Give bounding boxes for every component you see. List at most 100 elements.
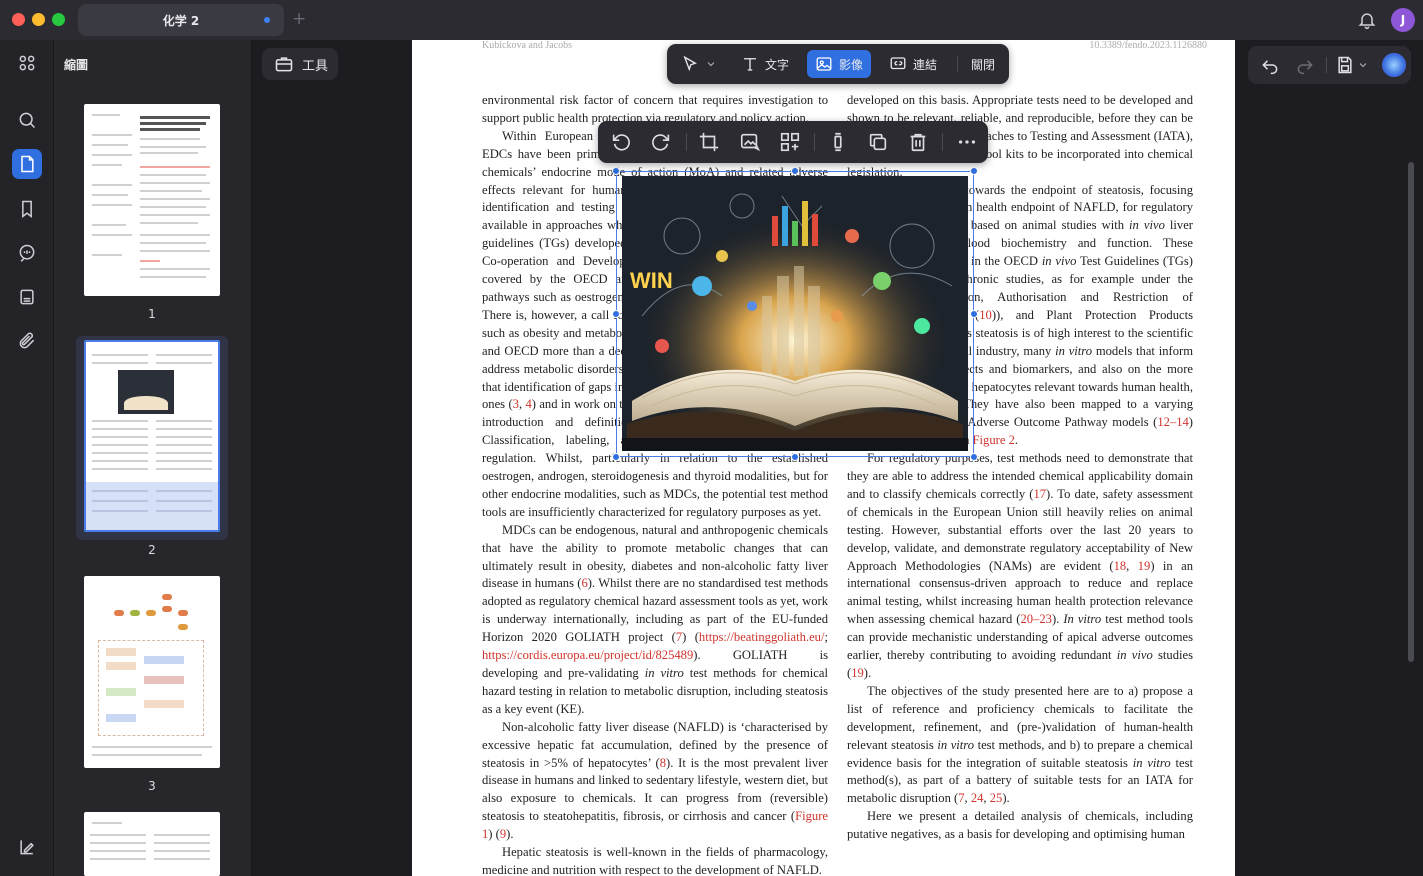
- image-icon: [816, 57, 832, 71]
- redo-icon[interactable]: [1295, 55, 1315, 75]
- ai-assistant-icon[interactable]: [1382, 53, 1406, 77]
- comment-icon: [19, 244, 35, 262]
- resize-handle-top-right[interactable]: [970, 167, 978, 175]
- extract-image-button[interactable]: [779, 131, 801, 153]
- chevron-down-icon[interactable]: [1357, 55, 1369, 75]
- more-icon: [958, 140, 976, 144]
- text-tool-button[interactable]: 文字: [733, 50, 797, 78]
- resize-handle-right[interactable]: [970, 310, 978, 318]
- paragraph: For regulatory purposes, test methods ne…: [847, 451, 1194, 680]
- document-tab[interactable]: 化学 2: [78, 4, 284, 36]
- title-bar: 化学 2 + J: [0, 0, 1423, 40]
- text-tool-label: 文字: [765, 57, 790, 72]
- thumbnail-panel: 縮圖 1 2 3: [54, 40, 300, 876]
- resize-handle-bottom-right[interactable]: [970, 453, 978, 461]
- thumbnails-button[interactable]: [12, 149, 42, 179]
- image-context-toolbar: [598, 121, 988, 163]
- paragraph: Here we present a detailed analysis of c…: [847, 809, 1193, 842]
- left-rail: [0, 40, 54, 876]
- rotate-right-button[interactable]: [650, 131, 672, 153]
- bookmark-icon: [22, 200, 32, 219]
- paragraph: MDCs can be endogenous, natural and anth…: [482, 522, 828, 716]
- extract-icon: [780, 132, 800, 152]
- select-tool-button[interactable]: [673, 50, 725, 78]
- save-icon[interactable]: [1335, 55, 1355, 75]
- layers-icon: [20, 840, 34, 855]
- minimize-window-button[interactable]: [32, 13, 45, 26]
- paragraph: The objectives of the study presented he…: [847, 683, 1194, 806]
- trash-icon: [910, 133, 926, 152]
- rotate-left-icon: [612, 134, 630, 151]
- chevron-down-icon: [707, 62, 715, 67]
- paragraph: Non-alcoholic fatty liver disease (NAFLD…: [482, 719, 828, 842]
- rotate-left-button[interactable]: [610, 131, 632, 153]
- cursor-icon: [683, 55, 697, 72]
- replace-image-icon: [740, 133, 761, 152]
- copy-icon: [869, 133, 887, 151]
- image-tool-label: 影像: [839, 57, 864, 72]
- align-button[interactable]: [827, 131, 849, 153]
- bookmarks-button[interactable]: [12, 194, 42, 224]
- crop-button[interactable]: [698, 131, 720, 153]
- thumbnail-page-4[interactable]: [84, 812, 220, 876]
- document-page[interactable]: Kubickova and Jacobs 10.3389/fendo.2023.…: [412, 40, 1235, 876]
- storage-button[interactable]: [12, 282, 42, 312]
- thumbnail-page-1[interactable]: [84, 104, 220, 296]
- resize-handle-left[interactable]: [612, 310, 620, 318]
- undo-icon[interactable]: [1260, 55, 1280, 75]
- running-header-right: 10.3389/fendo.2023.1126880: [1089, 40, 1207, 51]
- canvas-gutter-left: 工具: [252, 40, 412, 876]
- search-icon: [19, 112, 36, 129]
- align-icon: [834, 132, 842, 152]
- search-button[interactable]: [12, 105, 42, 135]
- crop-icon: [699, 132, 719, 152]
- link-tool-label: 連結: [913, 57, 938, 72]
- resize-handle-bottom[interactable]: [791, 453, 799, 461]
- paperclip-icon: [19, 332, 35, 349]
- unsaved-indicator: [264, 17, 270, 23]
- image-selection-box[interactable]: [612, 167, 978, 461]
- disk-icon: [20, 289, 34, 305]
- edit-mode-toolbar: 文字 影像 連結 關閉: [667, 44, 1009, 84]
- running-header-left: Kubickova and Jacobs: [482, 40, 572, 51]
- grid-view-button[interactable]: [12, 48, 42, 78]
- thumbnail-page-2[interactable]: [84, 340, 220, 532]
- attachments-button[interactable]: [12, 326, 42, 356]
- thumbnail-number-2: 2: [148, 543, 156, 557]
- link-icon: [890, 57, 906, 70]
- link-tool-button[interactable]: 連結: [881, 50, 945, 78]
- canvas-gutter-right: [1235, 40, 1423, 876]
- duplicate-button[interactable]: [867, 131, 889, 153]
- tools-button[interactable]: 工具: [262, 48, 338, 80]
- document-scrollbar[interactable]: [1408, 162, 1414, 662]
- more-options-button[interactable]: [956, 131, 978, 153]
- toolbox-icon: [275, 57, 293, 72]
- close-edit-label: 關閉: [971, 57, 996, 72]
- page-icon: [21, 155, 34, 173]
- paragraph: Hepatic steatosis is well-known in the f…: [482, 845, 828, 876]
- resize-handle-top-left[interactable]: [612, 167, 620, 175]
- text-icon: [744, 58, 756, 71]
- resize-handle-bottom-left[interactable]: [612, 453, 620, 461]
- replace-image-button[interactable]: [739, 131, 761, 153]
- layers-button[interactable]: [12, 832, 42, 862]
- zoom-window-button[interactable]: [52, 13, 65, 26]
- rotate-right-icon: [652, 134, 670, 151]
- notification-bell-icon[interactable]: [1357, 10, 1377, 30]
- grid-icon: [19, 55, 35, 71]
- panel-title: 縮圖: [64, 58, 89, 72]
- thumbnail-page-3[interactable]: [84, 576, 220, 768]
- user-avatar[interactable]: J: [1391, 8, 1415, 32]
- delete-button[interactable]: [907, 131, 929, 153]
- tab-title: 化学 2: [162, 14, 200, 28]
- tools-label: 工具: [302, 58, 329, 74]
- close-window-button[interactable]: [12, 13, 25, 26]
- image-tool-button[interactable]: 影像: [807, 50, 872, 78]
- thumbnail-number-1: 1: [148, 307, 156, 321]
- close-edit-button[interactable]: 關閉: [963, 50, 1003, 78]
- comments-button[interactable]: [12, 238, 42, 268]
- right-toolbar: [1248, 46, 1411, 84]
- resize-handle-top[interactable]: [791, 167, 799, 175]
- new-tab-button[interactable]: +: [292, 9, 306, 29]
- thumbnail-number-3: 3: [148, 779, 156, 793]
